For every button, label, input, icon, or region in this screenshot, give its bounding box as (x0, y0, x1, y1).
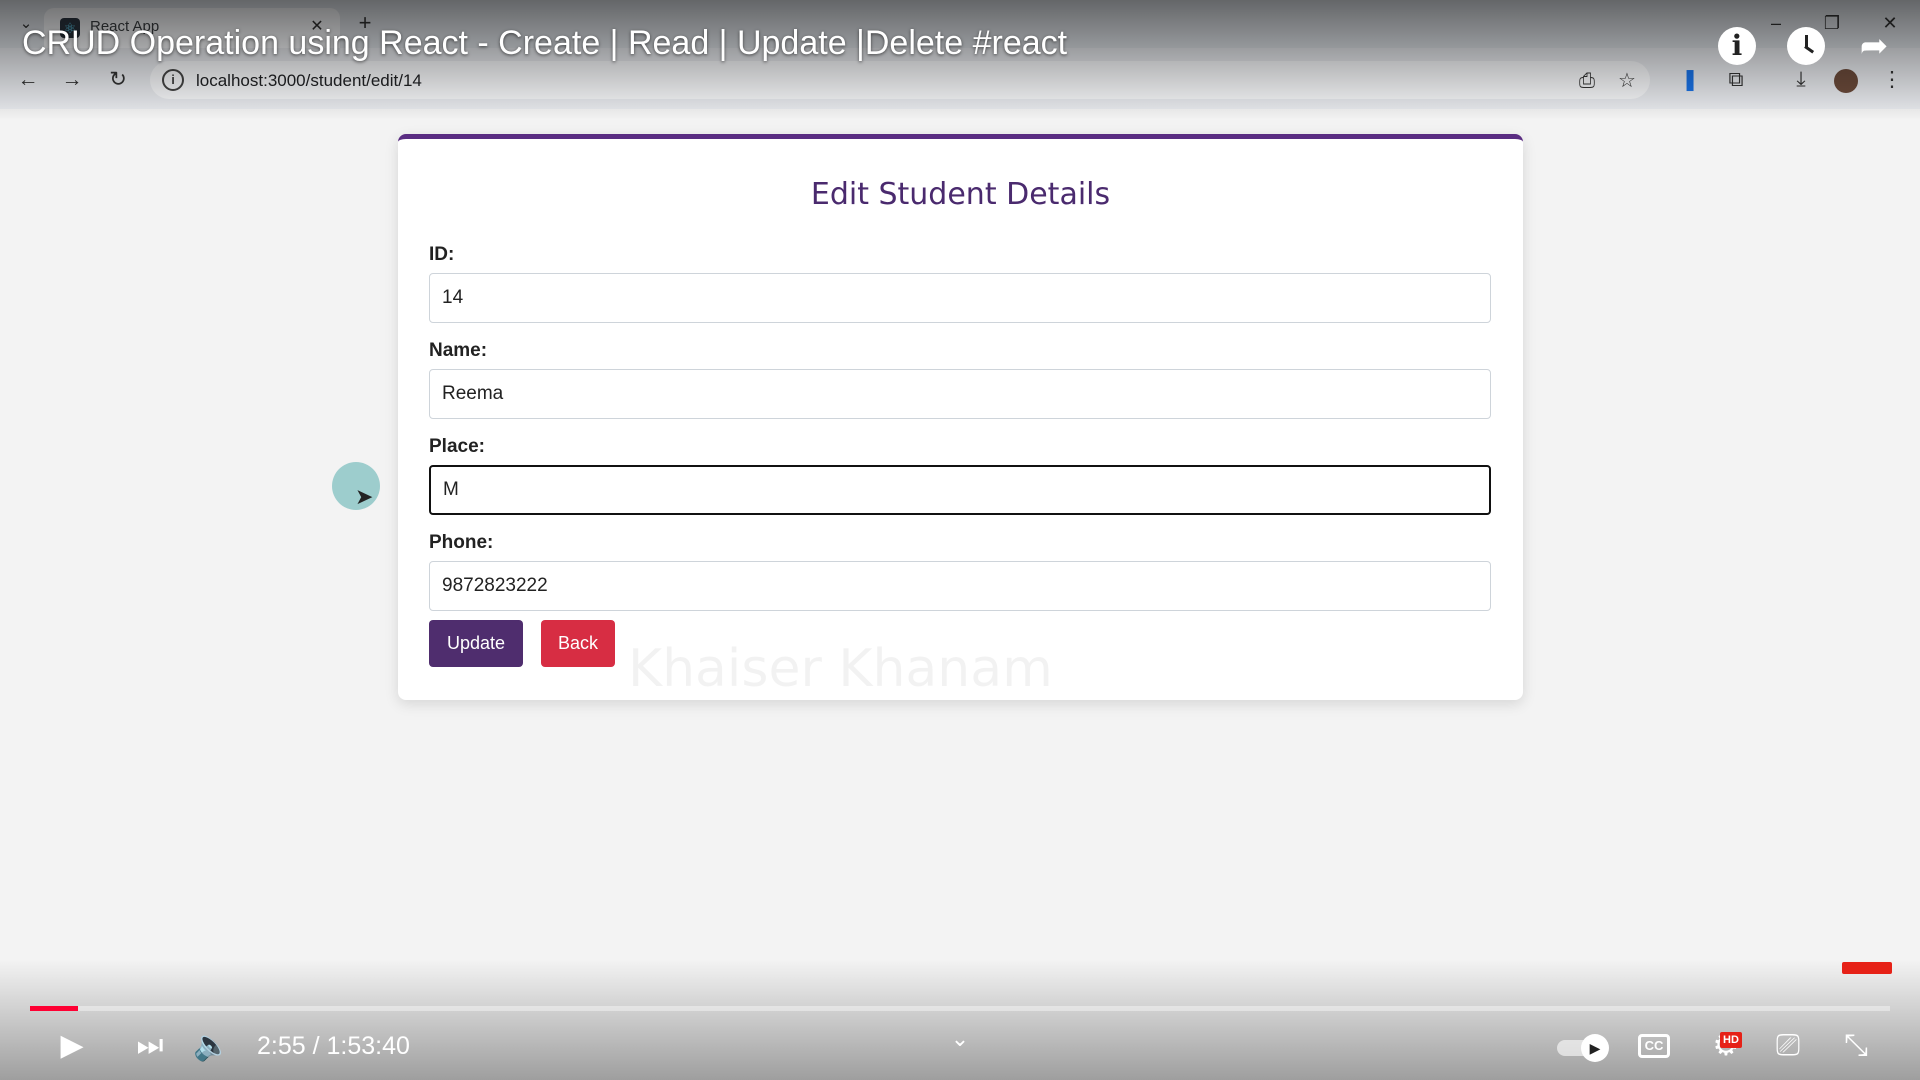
place-label: Place: (429, 436, 485, 457)
play-icon: ▶ (1581, 1034, 1609, 1062)
update-button[interactable]: Update (429, 620, 523, 667)
arrow-right-icon[interactable]: → (58, 66, 86, 94)
exit-fullscreen-icon[interactable]: ⤡ (1834, 1026, 1878, 1066)
extension-icon[interactable]: ❚ (1676, 66, 1704, 94)
nav-bar: ← → ↻ i localhost:3000/student/edit/14 ⎙… (0, 58, 1920, 100)
download-icon[interactable]: ⤓ (1787, 66, 1815, 94)
video-controls-overlay (0, 960, 1920, 1080)
avatar[interactable] (1834, 69, 1858, 93)
hd-badge: HD (1720, 1032, 1742, 1048)
info-icon[interactable]: i (1715, 24, 1759, 68)
chevron-down-icon[interactable]: ⌄ (948, 1026, 972, 1051)
video-title[interactable]: CRUD Operation using React - Create | Re… (22, 24, 1067, 63)
id-label: ID: (429, 244, 455, 265)
kebab-icon[interactable]: ⋮ (1878, 66, 1906, 94)
page-title: Edit Student Details (810, 177, 1111, 212)
play-icon[interactable]: ▶ (50, 1026, 94, 1066)
volume-icon[interactable]: 🔈 (190, 1026, 234, 1066)
cc-icon[interactable]: CC (1638, 1034, 1670, 1058)
url-text[interactable]: localhost:3000/student/edit/14 (196, 71, 422, 91)
share-icon[interactable]: ➦ (1852, 24, 1896, 68)
name-label: Name: (429, 340, 488, 361)
place-field[interactable] (429, 465, 1491, 515)
cast-icon[interactable]: ⎚ (1766, 1026, 1810, 1066)
time-display: 2:55 / 1:53:40 (257, 1032, 410, 1060)
skip-next-icon[interactable]: ⏭ (128, 1026, 172, 1066)
back-button[interactable]: Back (541, 620, 615, 667)
name-field[interactable] (429, 369, 1491, 419)
progress-bar[interactable] (30, 1006, 1890, 1011)
progress-fill (30, 1006, 79, 1011)
address-bar[interactable]: i localhost:3000/student/edit/14 ⎙ ☆ (150, 61, 1650, 99)
star-icon[interactable]: ☆ (1614, 69, 1640, 93)
phone-label: Phone: (429, 532, 494, 553)
clock-icon[interactable] (1784, 24, 1828, 68)
cc-label: CC (1644, 1038, 1664, 1053)
autoplay-toggle[interactable]: ▶ (1557, 1034, 1611, 1062)
screen: ⌄ ⚛ React App ✕ + – ❐ ✕ ← → ↻ i localhos… (0, 0, 1920, 1080)
info-icon[interactable]: i (162, 69, 184, 91)
reload-icon[interactable]: ↻ (104, 66, 132, 94)
arrow-left-icon[interactable]: ← (14, 66, 42, 94)
id-field[interactable] (429, 273, 1491, 323)
phone-field[interactable] (429, 561, 1491, 611)
watermark: Khaiser Khanam (628, 639, 1053, 699)
cursor-icon: ➤ (355, 484, 374, 509)
install-icon[interactable]: ⎙ (1574, 69, 1600, 93)
subscribe-watermark[interactable] (1842, 962, 1892, 974)
puzzle-icon[interactable]: ⧉ (1722, 66, 1750, 94)
edit-student-card: Edit Student Details ID: Name: Place: Ph… (398, 134, 1523, 700)
